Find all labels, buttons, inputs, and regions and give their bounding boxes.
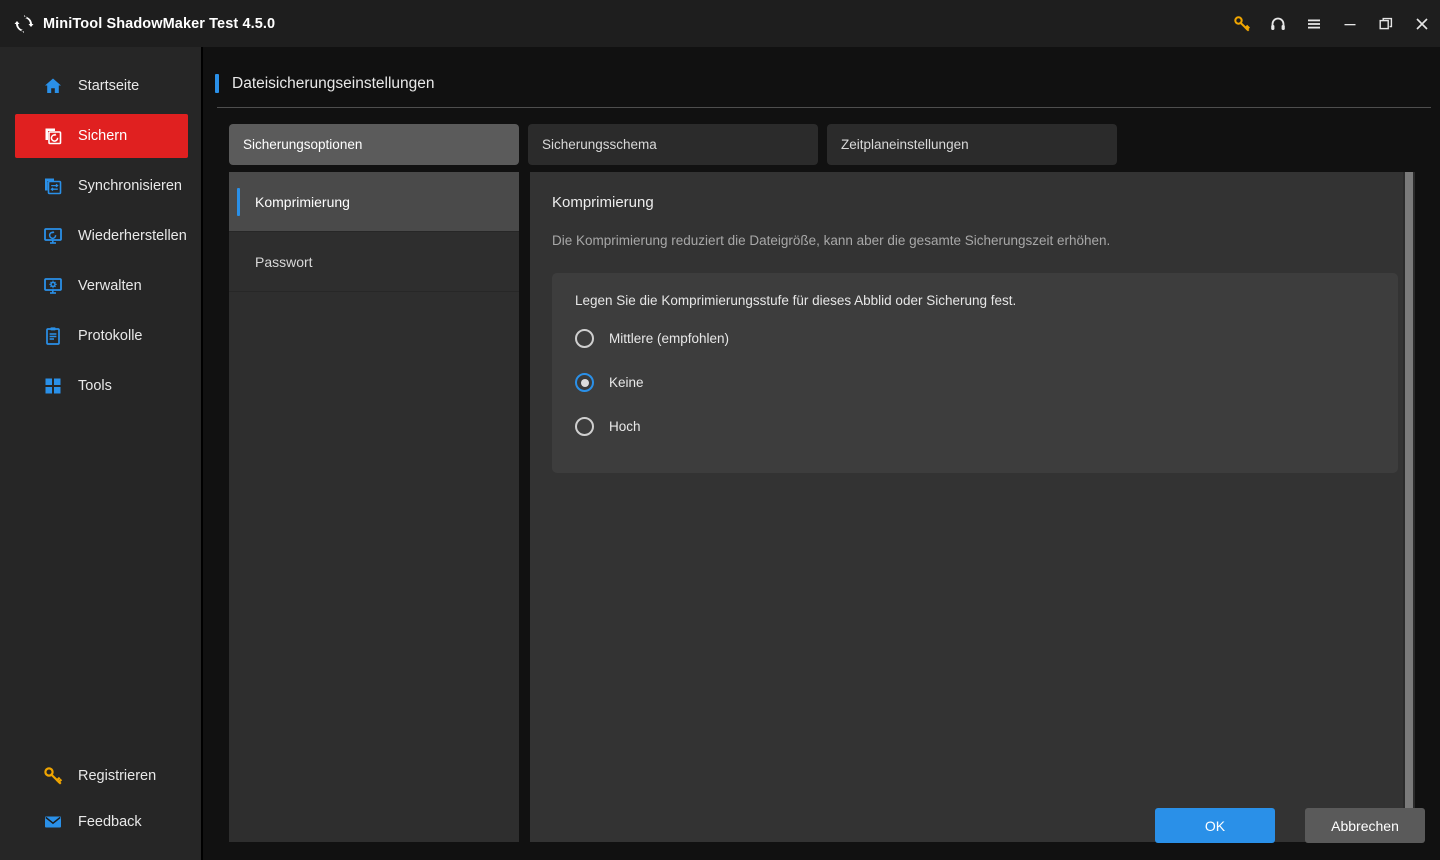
ok-button-label: OK [1204, 817, 1226, 834]
ok-button[interactable]: OK [1155, 808, 1275, 843]
tab-label: Sicherungsoptionen [243, 137, 363, 152]
vertical-scrollbar-thumb[interactable] [1405, 172, 1413, 842]
sidebar-item-label: Synchronisieren [78, 178, 182, 194]
sidebar-item-protokolle[interactable]: Protokolle [15, 314, 188, 358]
key-icon[interactable] [1224, 0, 1260, 47]
radio-button[interactable] [575, 329, 594, 348]
window-title: MiniTool ShadowMaker Test 4.5.0 [43, 15, 276, 32]
title-bar: MiniTool ShadowMaker Test 4.5.0 [0, 0, 1440, 47]
tab-zeitplaneinstellungen[interactable]: Zeitplaneinstellungen [827, 124, 1117, 165]
sidebar-item-label: Tools [78, 378, 112, 394]
settings-content-inner: Komprimierung Die Komprimierung reduzier… [530, 172, 1415, 473]
compression-level-card: Legen Sie die Komprimierungsstufe für di… [552, 273, 1398, 473]
sidebar-item-label: Startseite [78, 78, 140, 94]
sidebar: Startseite Sichern Synchronisieren Wiede… [0, 47, 203, 860]
compression-prompt: Legen Sie die Komprimierungsstufe für di… [575, 293, 1017, 308]
radio-option-hoch[interactable]: Hoch [575, 413, 1398, 440]
sidebar-item-sichern[interactable]: Sichern [15, 114, 188, 158]
sidebar-item-registrieren[interactable]: Registrieren [15, 754, 188, 798]
subnav-item-passwort[interactable]: Passwort [229, 232, 519, 292]
sidebar-nav: Startseite Sichern Synchronisieren Wiede… [0, 64, 203, 414]
restore-icon[interactable] [1368, 0, 1404, 47]
settings-subnav: Komprimierung Passwort [229, 172, 519, 842]
sidebar-item-synchronisieren[interactable]: Synchronisieren [15, 164, 188, 208]
sidebar-item-label: Sichern [78, 128, 128, 144]
sidebar-item-label: Wiederherstellen [78, 228, 187, 244]
radio-label: Keine [609, 375, 644, 390]
tab-label: Sicherungsschema [542, 137, 657, 152]
close-icon[interactable] [1404, 0, 1440, 47]
sidebar-item-label: Verwalten [78, 278, 142, 294]
headset-icon[interactable] [1260, 0, 1296, 47]
cancel-button-label: Abbrechen [1331, 817, 1399, 834]
sidebar-bottom-nav: Registrieren Feedback [0, 754, 203, 846]
page-title: Dateisicherungseinstellungen [232, 74, 435, 92]
key-icon [42, 765, 64, 787]
subnav-item-label: Passwort [255, 253, 313, 270]
radio-label: Mittlere (empfohlen) [609, 331, 730, 346]
minimize-icon[interactable] [1332, 0, 1368, 47]
manage-gear-icon [42, 275, 64, 297]
sidebar-item-startseite[interactable]: Startseite [15, 64, 188, 108]
main-content: Dateisicherungseinstellungen Sicherungso… [205, 47, 1440, 860]
header-divider [217, 107, 1431, 108]
settings-content-panel: Komprimierung Die Komprimierung reduzier… [530, 172, 1415, 842]
subnav-item-label: Komprimierung [255, 193, 350, 210]
content-description: Die Komprimierung reduziert die Dateigrö… [552, 233, 1111, 248]
sidebar-item-tools[interactable]: Tools [15, 364, 188, 408]
tab-label: Zeitplaneinstellungen [841, 137, 969, 152]
application-window: MiniTool ShadowMaker Test 4.5.0 Startsei… [0, 0, 1440, 860]
sidebar-item-label: Protokolle [78, 328, 143, 344]
tools-grid-icon [42, 375, 64, 397]
radio-label: Hoch [609, 419, 641, 434]
sidebar-item-wiederherstellen[interactable]: Wiederherstellen [15, 214, 188, 258]
sync-icon [42, 175, 64, 197]
subnav-item-komprimierung[interactable]: Komprimierung [229, 172, 519, 232]
sidebar-item-label: Feedback [78, 814, 142, 830]
vertical-scrollbar-track[interactable] [1403, 172, 1415, 842]
radio-button[interactable] [575, 417, 594, 436]
shadowmaker-logo-icon [13, 13, 35, 35]
home-icon [42, 75, 64, 97]
content-heading: Komprimierung [552, 194, 654, 211]
cancel-button[interactable]: Abbrechen [1305, 808, 1425, 843]
radio-option-mittlere[interactable]: Mittlere (empfohlen) [575, 325, 1398, 352]
restore-monitor-icon [42, 225, 64, 247]
settings-panels: Komprimierung Passwort Komprimierung Die… [229, 172, 1415, 842]
sidebar-item-verwalten[interactable]: Verwalten [15, 264, 188, 308]
hamburger-menu-icon[interactable] [1296, 0, 1332, 47]
tab-bar: Sicherungsoptionen Sicherungsschema Zeit… [229, 124, 1117, 165]
sidebar-item-label: Registrieren [78, 768, 157, 784]
logs-clipboard-icon [42, 325, 64, 347]
tab-sicherungsschema[interactable]: Sicherungsschema [528, 124, 818, 165]
tab-sicherungsoptionen[interactable]: Sicherungsoptionen [229, 124, 519, 165]
backup-icon [42, 125, 64, 147]
mail-icon [42, 811, 64, 833]
title-accent-bar [215, 74, 219, 93]
radio-option-keine[interactable]: Keine [575, 369, 1398, 396]
dialog-footer: OK Abbrechen [205, 798, 1440, 860]
page-title-group: Dateisicherungseinstellungen [215, 74, 435, 93]
radio-button-selected[interactable] [575, 373, 594, 392]
window-controls [1224, 0, 1440, 47]
sidebar-item-feedback[interactable]: Feedback [15, 800, 188, 844]
